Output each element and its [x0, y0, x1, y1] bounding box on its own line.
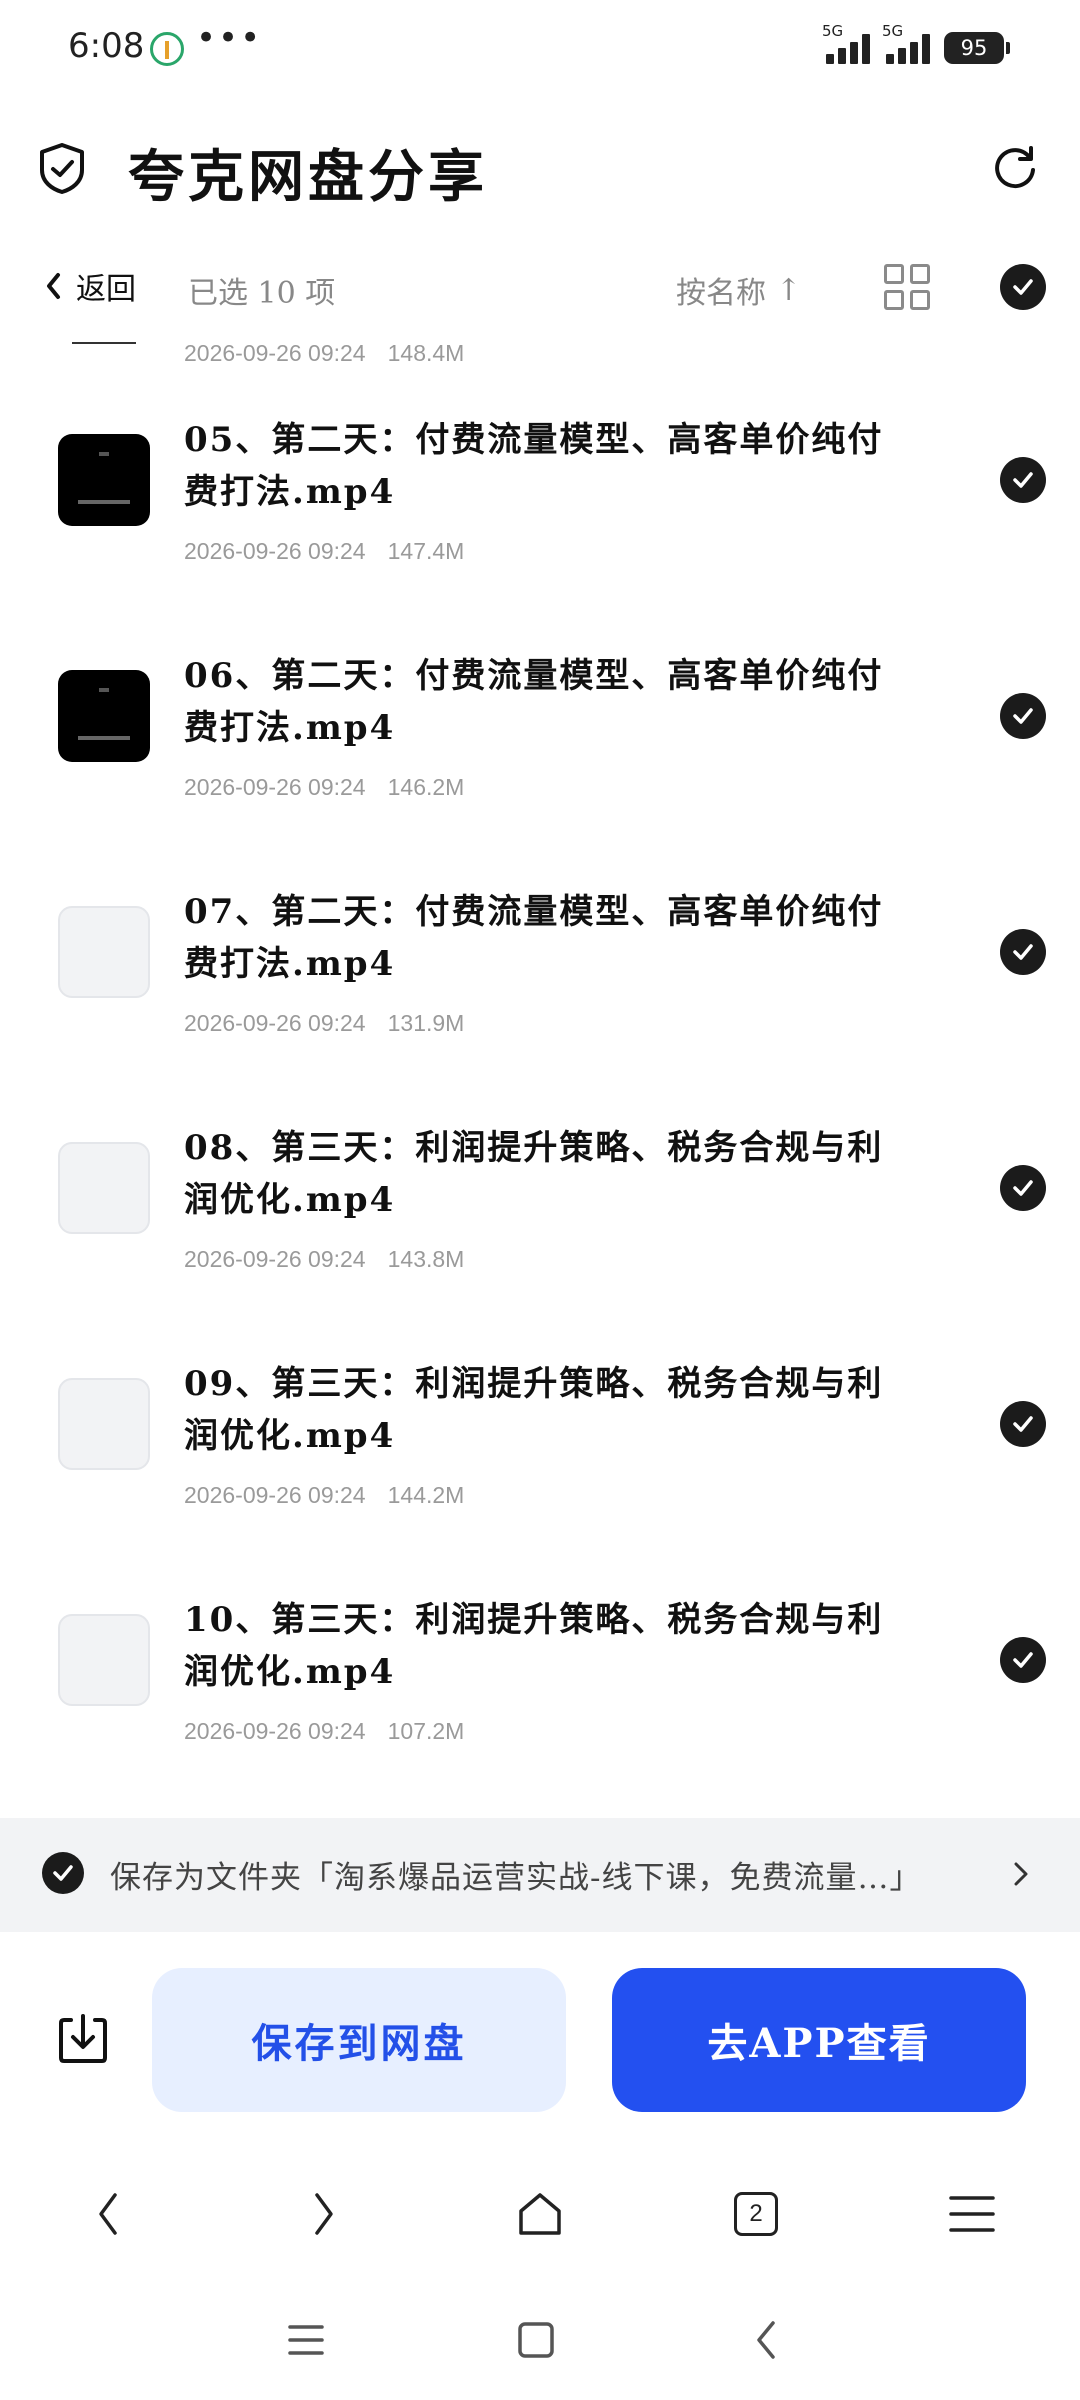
action-bar: 保存到网盘 去APP查看: [0, 1968, 1080, 2112]
app-notification-icon: [150, 32, 184, 66]
video-thumbnail: [58, 1378, 150, 1470]
system-home-icon[interactable]: [506, 2310, 566, 2370]
sort-label: 按名称: [676, 276, 766, 311]
video-thumbnail: [58, 906, 150, 998]
grid-view-icon[interactable]: [884, 264, 930, 310]
browser-home-icon[interactable]: [510, 2184, 570, 2244]
video-thumbnail: [58, 434, 150, 526]
file-meta: 2026-09-26 09:24 143.8M: [184, 1246, 464, 1273]
selected-count: 已选 10 项: [188, 276, 336, 311]
check-icon: [1013, 1652, 1033, 1668]
browser-forward-icon[interactable]: [294, 2184, 354, 2244]
back-label: 返回: [76, 272, 136, 307]
file-meta: 2026-09-26 09:24 107.2M: [184, 1718, 464, 1745]
sort-arrow-icon: ↑: [776, 272, 802, 308]
more-notifications-icon: •••: [196, 18, 263, 58]
chevron-right-icon[interactable]: [1010, 1856, 1034, 1892]
list-item[interactable]: 10、第三天：利润提升策略、税务合规与利润优化.mp4 2026-09-26 0…: [0, 1562, 1080, 1798]
video-thumbnail: [58, 1614, 150, 1706]
signal-icon: 5G: [878, 22, 938, 68]
item-checkbox[interactable]: [1000, 1637, 1046, 1683]
page-title: 夸克网盘分享: [128, 144, 488, 210]
list-item[interactable]: 09、第三天：利润提升策略、税务合规与利润优化.mp4 2026-09-26 0…: [0, 1326, 1080, 1562]
sort-by-name-button[interactable]: 按名称 ↑: [676, 268, 801, 312]
network-type-label: 5G: [882, 22, 904, 40]
item-checkbox[interactable]: [1000, 929, 1046, 975]
check-icon: [1013, 1180, 1033, 1196]
check-icon: [1013, 1416, 1033, 1432]
shield-check-icon[interactable]: [38, 142, 86, 194]
list-item[interactable]: 2026-09-26 09:24 148.4M: [0, 322, 1080, 382]
file-date: 2026-09-26 09:24: [184, 340, 366, 366]
file-size: 144.2M: [387, 1482, 465, 1508]
browser-nav: 2: [0, 2170, 1080, 2260]
status-bar: 6:08 ••• 5G 5G 95: [0, 0, 1080, 100]
battery-level: 95: [944, 32, 1010, 64]
save-to-drive-button[interactable]: 保存到网盘: [152, 1968, 566, 2112]
list-item[interactable]: 06、第二天：付费流量模型、高客单价纯付费打法.mp4 2026-09-26 0…: [0, 618, 1080, 854]
file-size: 107.2M: [387, 1718, 465, 1744]
file-meta: 2026-09-26 09:24 148.4M: [184, 340, 464, 367]
file-meta: 2026-09-26 09:24 147.4M: [184, 538, 464, 565]
save-folder-label: 保存为文件夹「淘系爆品运营实战-线下课，免费流量…」: [110, 1860, 922, 1896]
item-checkbox[interactable]: [1000, 1401, 1046, 1447]
video-thumbnail: [58, 1142, 150, 1234]
file-date: 2026-09-26 09:24: [184, 538, 366, 564]
file-date: 2026-09-26 09:24: [184, 1246, 366, 1272]
open-in-app-button[interactable]: 去APP查看: [612, 1968, 1026, 2112]
save-folder-bar[interactable]: 保存为文件夹「淘系爆品运营实战-线下课，免费流量…」: [0, 1818, 1080, 1932]
app-header: 夸克网盘分享: [0, 110, 1080, 222]
check-icon: [1013, 944, 1033, 960]
video-thumbnail: [58, 670, 150, 762]
file-size: 147.4M: [387, 538, 465, 564]
check-icon: [53, 1865, 73, 1881]
file-date: 2026-09-26 09:24: [184, 1010, 366, 1036]
file-date: 2026-09-26 09:24: [184, 1718, 366, 1744]
file-date: 2026-09-26 09:24: [184, 774, 366, 800]
network-type-label: 5G: [822, 22, 844, 40]
file-meta: 2026-09-26 09:24 146.2M: [184, 774, 464, 801]
file-name: 06、第二天：付费流量模型、高客单价纯付费打法.mp4: [184, 656, 884, 748]
list-item[interactable]: 05、第二天：付费流量模型、高客单价纯付费打法.mp4 2026-09-26 0…: [0, 382, 1080, 618]
divider: [72, 342, 136, 344]
signal-icon: 5G: [818, 22, 878, 68]
download-icon[interactable]: [56, 2012, 110, 2066]
file-size: 146.2M: [387, 774, 465, 800]
save-as-folder-checkbox[interactable]: [42, 1852, 84, 1894]
refresh-icon[interactable]: [990, 142, 1040, 192]
item-checkbox[interactable]: [1000, 693, 1046, 739]
file-meta: 2026-09-26 09:24 144.2M: [184, 1482, 464, 1509]
system-menu-icon[interactable]: [276, 2310, 336, 2370]
tab-count: 2: [734, 2192, 778, 2236]
file-name: 07、第二天：付费流量模型、高客单价纯付费打法.mp4: [184, 892, 884, 984]
file-name: 08、第三天：利润提升策略、税务合规与利润优化.mp4: [184, 1128, 884, 1220]
list-item[interactable]: 08、第三天：利润提升策略、税务合规与利润优化.mp4 2026-09-26 0…: [0, 1090, 1080, 1326]
check-icon: [1013, 472, 1033, 488]
item-checkbox[interactable]: [1000, 457, 1046, 503]
file-meta: 2026-09-26 09:24 131.9M: [184, 1010, 464, 1037]
browser-back-icon[interactable]: [78, 2184, 138, 2244]
browser-tabs-button[interactable]: 2: [726, 2184, 786, 2244]
selection-toolbar: 返回 已选 10 项 按名称 ↑: [0, 250, 1080, 322]
file-name: 09、第三天：利润提升策略、税务合规与利润优化.mp4: [184, 1364, 884, 1456]
file-date: 2026-09-26 09:24: [184, 1482, 366, 1508]
file-name: 05、第二天：付费流量模型、高客单价纯付费打法.mp4: [184, 420, 884, 512]
check-icon: [1013, 708, 1033, 724]
chevron-left-icon: [47, 273, 60, 299]
file-size: 148.4M: [387, 340, 465, 366]
item-checkbox[interactable]: [1000, 1165, 1046, 1211]
file-size: 131.9M: [387, 1010, 465, 1036]
back-button[interactable]: 返回: [44, 264, 136, 308]
list-item[interactable]: 07、第二天：付费流量模型、高客单价纯付费打法.mp4 2026-09-26 0…: [0, 854, 1080, 1090]
select-all-checkbox[interactable]: [1000, 264, 1046, 310]
file-name: 10、第三天：利润提升策略、税务合规与利润优化.mp4: [184, 1600, 884, 1692]
file-list[interactable]: 2026-09-26 09:24 148.4M 05、第二天：付费流量模型、高客单…: [0, 322, 1080, 1818]
status-time: 6:08: [68, 26, 145, 66]
system-back-icon[interactable]: [736, 2310, 796, 2370]
check-icon: [1013, 279, 1033, 295]
browser-menu-icon[interactable]: [942, 2184, 1002, 2244]
system-nav: [0, 2300, 1080, 2380]
file-size: 143.8M: [387, 1246, 465, 1272]
